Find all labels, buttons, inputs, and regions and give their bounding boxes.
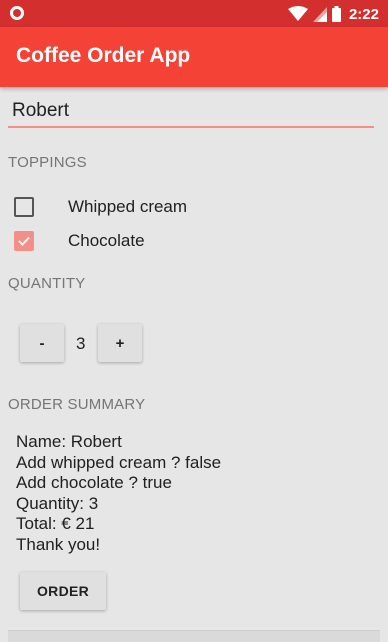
quantity-value: 3 — [76, 334, 86, 353]
cell-signal-icon — [312, 6, 327, 22]
order-summary-text: Name: Robert Add whipped cream ? false A… — [16, 432, 221, 555]
app-notification-icon — [10, 6, 24, 20]
order-summary-header: ORDER SUMMARY — [8, 396, 146, 413]
toppings-header: TOPPINGS — [8, 154, 87, 171]
whipped-cream-checkbox[interactable] — [14, 197, 34, 217]
chocolate-checkbox-row[interactable]: Chocolate — [14, 231, 214, 255]
app-title: Coffee Order App — [16, 44, 191, 67]
whipped-cream-checkbox-row[interactable]: Whipped cream — [14, 197, 214, 221]
quantity-header: QUANTITY — [8, 275, 86, 292]
bottom-edge — [8, 630, 380, 642]
status-bar: 2:22 — [0, 0, 388, 27]
decrement-button[interactable]: - — [20, 324, 64, 362]
checkmark-icon — [18, 236, 30, 246]
chocolate-label: Chocolate — [68, 231, 145, 250]
summary-line-chocolate: Add chocolate ? true — [16, 473, 172, 492]
summary-line-total: Total: € 21 — [16, 514, 95, 533]
order-button[interactable]: ORDER — [20, 572, 106, 610]
wifi-icon — [287, 6, 308, 22]
whipped-cream-label: Whipped cream — [68, 197, 188, 216]
increment-button[interactable]: + — [98, 324, 142, 362]
name-input-underline — [8, 126, 374, 128]
app-bar: Coffee Order App — [0, 27, 388, 87]
status-icons: 2:22 — [287, 4, 379, 24]
summary-line-whipped-cream: Add whipped cream ? false — [16, 452, 222, 472]
summary-line-quantity: Quantity: 3 — [16, 493, 99, 513]
name-input[interactable] — [12, 98, 374, 124]
summary-line-thanks: Thank you! — [16, 534, 101, 554]
status-time: 2:22 — [348, 5, 379, 23]
chocolate-checkbox[interactable] — [14, 231, 34, 251]
battery-icon — [331, 6, 341, 22]
summary-line-name: Name: Robert — [16, 432, 122, 451]
